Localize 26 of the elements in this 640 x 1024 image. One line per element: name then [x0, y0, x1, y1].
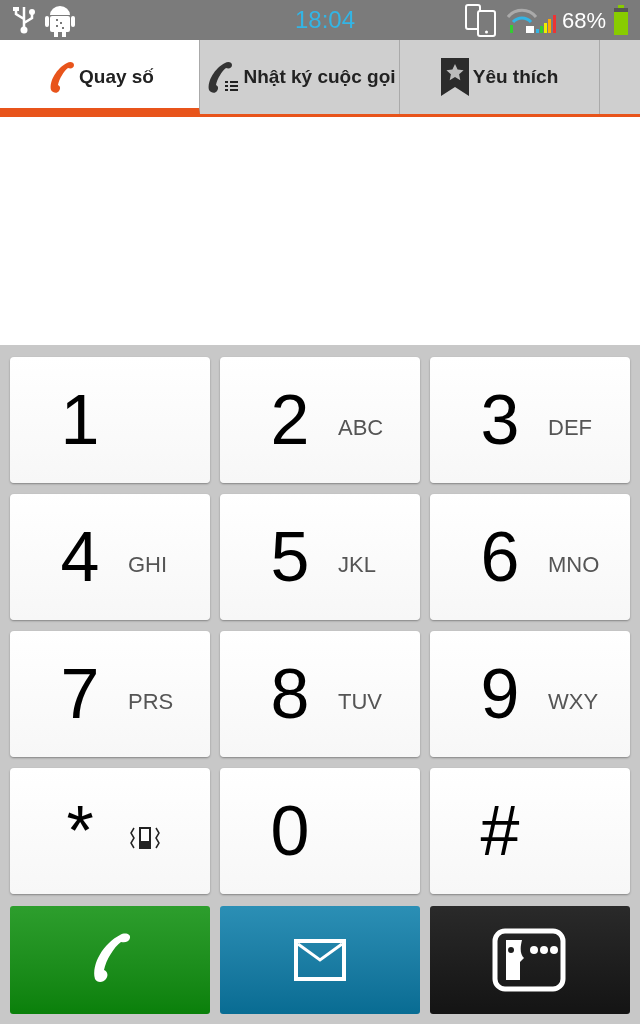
dial-key[interactable]: 7 PRS [10, 631, 210, 757]
vibrate-icon [128, 825, 162, 851]
dial-key[interactable]: 9 WXY [430, 631, 630, 757]
message-button[interactable] [220, 906, 420, 1014]
bookmark-star-icon [440, 58, 469, 96]
call-button[interactable] [10, 906, 210, 1014]
dial-key[interactable]: 0 [220, 768, 420, 894]
chat-profile-icon [492, 928, 568, 992]
dial-key[interactable]: 1 [10, 357, 210, 483]
dial-key[interactable]: 4 GHI [10, 494, 210, 620]
devices-icon [463, 3, 498, 37]
envelope-icon [294, 939, 346, 981]
clock: 18:04 [294, 5, 355, 35]
dial-key[interactable]: * [10, 768, 210, 894]
battery-icon [614, 5, 628, 35]
dial-key[interactable]: 2 ABC [220, 357, 420, 483]
dial-key[interactable]: 5 JKL [220, 494, 420, 620]
dial-key[interactable]: # [430, 768, 630, 894]
android-robot-icon [44, 3, 76, 37]
dial-key[interactable]: 6 MNO [430, 494, 630, 620]
dial-key[interactable]: 3 DEF [430, 357, 630, 483]
battery-percent: 68% [561, 6, 606, 35]
tab[interactable]: Quay số [0, 40, 200, 114]
dial-key[interactable]: 8 TUV [220, 631, 420, 757]
usb-icon [12, 5, 36, 35]
video-button[interactable] [430, 906, 630, 1014]
